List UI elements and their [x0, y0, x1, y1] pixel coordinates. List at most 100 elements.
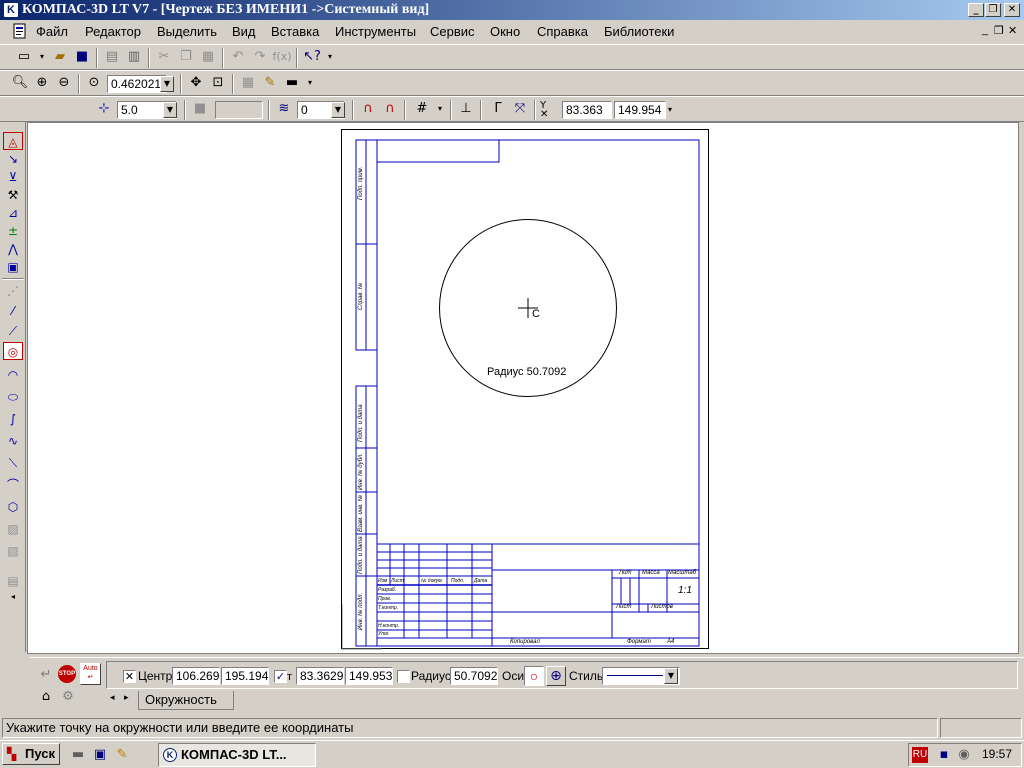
coords-dropdown-icon[interactable]: ▾: [668, 105, 672, 114]
zoom-input[interactable]: 0.462021: [107, 75, 167, 93]
quicklaunch-pen-icon[interactable]: ✎: [112, 745, 132, 765]
zoom-window-icon[interactable]: 🔍︎: [10, 73, 30, 93]
point-lock-checkbox[interactable]: ✓: [274, 670, 287, 683]
drawing-sheet[interactable]: C Радиус 50.7092 Подп. прим. Справ. № По…: [341, 129, 709, 650]
new-document-icon[interactable]: ▭: [14, 47, 34, 67]
panel-menu-icon[interactable]: ⚙: [58, 687, 78, 707]
doc-restore-button[interactable]: ❐: [994, 24, 1004, 37]
snap-magnet-icon[interactable]: ∩: [358, 99, 378, 119]
tray-volume-icon[interactable]: ◉: [954, 745, 974, 765]
view-state-field[interactable]: [215, 101, 263, 119]
point-tool-icon[interactable]: ⋰: [3, 282, 23, 300]
radius-lock-checkbox[interactable]: [397, 670, 410, 683]
screenshot-icon[interactable]: ⌂: [36, 687, 56, 707]
ellipse-tool-icon[interactable]: ⬭: [3, 388, 23, 406]
radius-input[interactable]: 50.7092: [450, 667, 498, 685]
symbols-panel-icon[interactable]: ⊻: [3, 168, 23, 186]
refresh-icon[interactable]: ▦: [238, 73, 258, 93]
cut-icon[interactable]: ✂: [154, 47, 174, 67]
panel-scroll-icon[interactable]: ◂: [3, 588, 23, 606]
tab-circle[interactable]: Окружность: [138, 691, 234, 710]
select-panel-icon[interactable]: ⋀: [3, 240, 23, 258]
edit-panel-icon[interactable]: ⚒: [3, 186, 23, 204]
contour-tool-icon[interactable]: ▧: [3, 542, 23, 560]
show-all-icon[interactable]: ⊡: [208, 73, 228, 93]
menu-editor[interactable]: Редактор: [85, 24, 141, 39]
new-dropdown-icon[interactable]: ▾: [32, 47, 52, 67]
print-icon[interactable]: ▤: [102, 47, 122, 67]
point-x-input[interactable]: 83.3629: [296, 667, 344, 685]
display-dropdown-icon[interactable]: ▾: [300, 73, 320, 93]
zoom-out-icon[interactable]: ⊖: [54, 73, 74, 93]
menu-select[interactable]: Выделить: [157, 24, 217, 39]
polygon-tool-icon[interactable]: ⬡: [3, 498, 23, 516]
quicklaunch-network-icon[interactable]: ▣: [90, 745, 110, 765]
center-lock-checkbox[interactable]: ✕: [123, 670, 136, 683]
save-icon[interactable]: ■: [72, 47, 92, 67]
cursor-x-field[interactable]: 83.363: [562, 101, 612, 119]
with-axes-button[interactable]: ⊕: [546, 666, 566, 686]
center-y-input[interactable]: 195.194: [221, 667, 269, 685]
minimize-button[interactable]: _: [968, 3, 984, 17]
menu-libraries[interactable]: Библиотеки: [604, 24, 674, 39]
layers-icon[interactable]: ≋: [274, 99, 294, 119]
circle-tool-icon[interactable]: ◎: [3, 342, 23, 360]
language-indicator[interactable]: RU: [912, 747, 928, 763]
tray-network-icon[interactable]: ▪: [934, 745, 954, 765]
pan-icon[interactable]: ✥: [186, 73, 206, 93]
line-style-dropdown-button[interactable]: ▼: [664, 668, 678, 684]
auto-create-button[interactable]: Auto ↵: [80, 663, 101, 685]
spline-tool-icon[interactable]: ∫: [3, 410, 23, 428]
kompas-app-icon[interactable]: K: [3, 2, 19, 18]
paste-icon[interactable]: ▦: [198, 47, 218, 67]
close-button[interactable]: ✕: [1004, 3, 1020, 17]
enter-icon[interactable]: ↵: [36, 665, 56, 685]
zoom-scale-icon[interactable]: ⊙: [84, 73, 104, 93]
other-panel-icon[interactable]: ▣: [3, 258, 23, 276]
redo-icon[interactable]: ↷: [250, 47, 270, 67]
grid-icon[interactable]: #: [412, 99, 432, 119]
parametrization-panel-icon[interactable]: ⊿: [3, 204, 23, 222]
menu-file[interactable]: Файл: [36, 24, 68, 39]
doc-minimize-button[interactable]: _: [982, 24, 988, 36]
center-x-input[interactable]: 106.269: [172, 667, 220, 685]
point-y-input[interactable]: 149.953: [345, 667, 393, 685]
doc-close-button[interactable]: ✕: [1008, 24, 1017, 37]
menu-tools[interactable]: Инструменты: [335, 24, 416, 39]
pencil-icon[interactable]: ✎: [260, 73, 280, 93]
no-axes-button[interactable]: ○: [524, 666, 544, 686]
taskbar-kompas-button[interactable]: K КОМПАС-3D LT...: [158, 743, 316, 767]
zoom-in-icon[interactable]: ⊕: [32, 73, 52, 93]
layer-dropdown-button[interactable]: ▼: [331, 102, 345, 118]
menu-help[interactable]: Справка: [537, 24, 588, 39]
help-dropdown-icon[interactable]: ▾: [320, 47, 340, 67]
segment-tool-icon[interactable]: ⟋: [3, 322, 23, 340]
parametric-icon[interactable]: ⤧: [510, 99, 530, 119]
function-icon[interactable]: f(x): [272, 47, 292, 67]
tab-scroll-left-icon[interactable]: ◂: [110, 693, 115, 703]
menu-window[interactable]: Окно: [490, 24, 520, 39]
ortho-mode-icon[interactable]: Γ: [488, 99, 508, 119]
geometry-panel-icon[interactable]: ◬: [3, 132, 23, 150]
copy-icon[interactable]: ❐: [176, 47, 196, 67]
dimensions-panel-icon[interactable]: ↘: [3, 150, 23, 168]
local-snap-icon[interactable]: ∩: [380, 99, 400, 119]
cursor-y-field[interactable]: 149.954: [614, 101, 666, 119]
context-help-icon[interactable]: ↖?: [302, 47, 322, 67]
undo-icon[interactable]: ↶: [228, 47, 248, 67]
grid-step-icon[interactable]: ⊹: [94, 99, 114, 119]
start-button[interactable]: ▚ Пуск: [2, 743, 60, 765]
restore-button[interactable]: ❐: [985, 3, 1001, 17]
auxiliary-line-icon[interactable]: ⁄: [3, 302, 23, 320]
arc-tool-icon[interactable]: ◠: [3, 366, 23, 384]
measure-panel-icon[interactable]: ±: [3, 222, 23, 240]
display-mode-icon[interactable]: ▬: [282, 73, 302, 93]
chamfer-tool-icon[interactable]: ⟍: [3, 454, 23, 472]
menu-service[interactable]: Сервис: [430, 24, 475, 39]
step-dropdown-button[interactable]: ▼: [163, 102, 177, 118]
hatch-tool-icon[interactable]: ▨: [3, 520, 23, 538]
menu-insert[interactable]: Вставка: [271, 24, 319, 39]
local-cs-icon[interactable]: ⊥: [456, 99, 476, 119]
view-state-icon[interactable]: ■: [190, 99, 210, 119]
tab-scroll-right-icon[interactable]: ▸: [124, 693, 129, 703]
